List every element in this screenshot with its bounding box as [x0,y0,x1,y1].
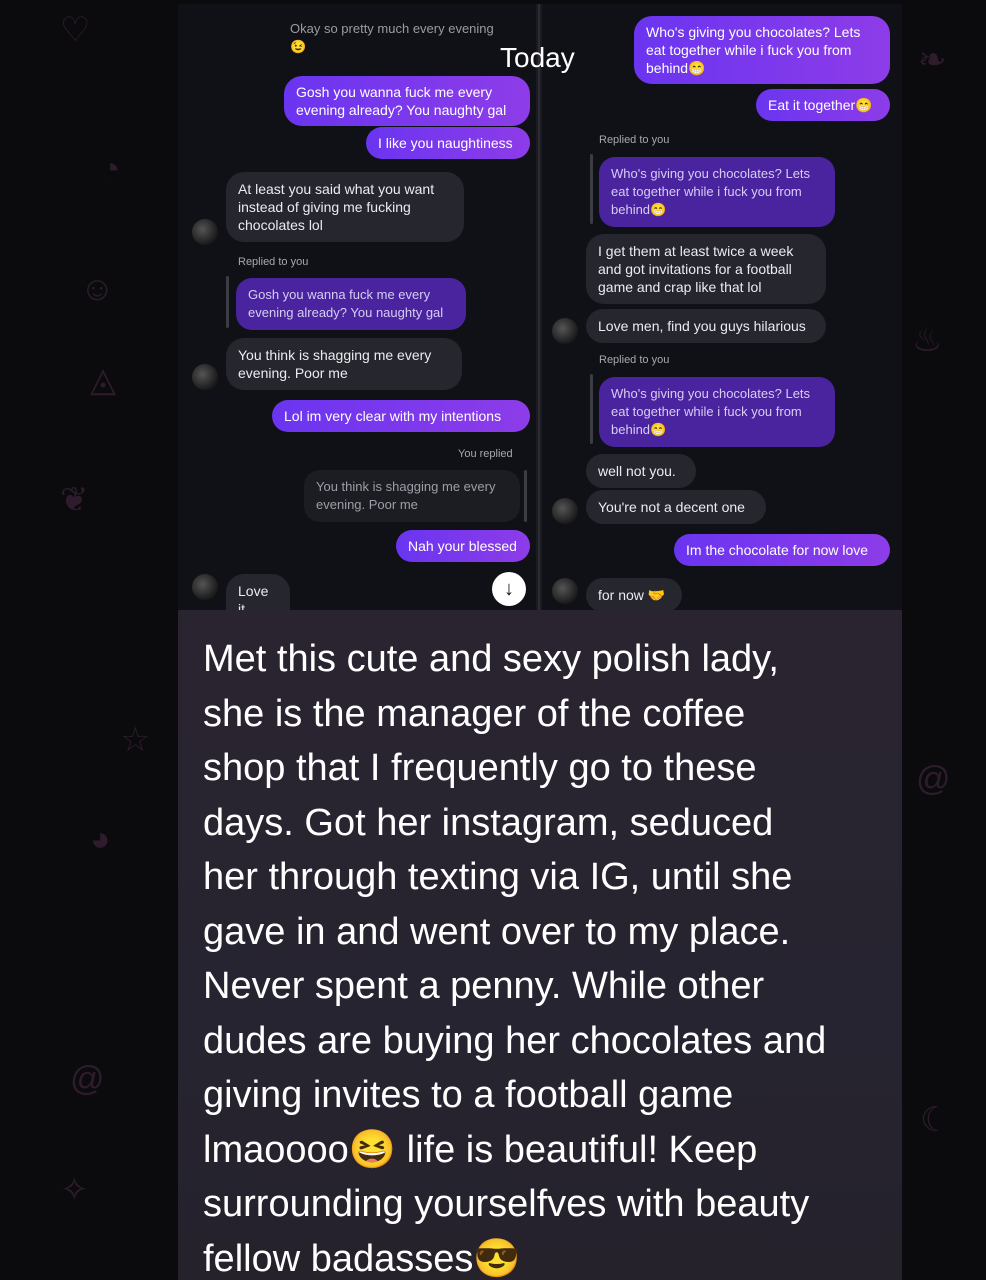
quoted-message-top: Okay so pretty much every evening 😉 [290,20,520,56]
reply-bar [590,374,593,444]
replied-label: Replied to you [599,134,670,146]
cherry-doodle-icon: ❦ [60,481,89,519]
reply-bar [524,470,527,522]
message-outgoing[interactable]: Eat it together😁 [756,89,890,121]
message-incoming[interactable]: At least you said what you want instead … [226,172,464,242]
message-incoming[interactable]: well not you. [586,454,696,488]
pizza-doodle-icon: ◬ [90,361,117,399]
avatar[interactable] [552,578,578,604]
post-caption: Met this cute and sexy polish lady, she … [203,638,827,1280]
grin-emoji-icon: 😁 [650,422,667,437]
caption-area: Met this cute and sexy polish lady, she … [178,610,902,1280]
message-outgoing[interactable]: I like you naughtiness [366,127,530,159]
wink-emoji-icon: 😉 [290,39,307,54]
star-doodle-icon: ✧ [60,1171,89,1209]
you-replied-label: You replied [458,448,513,460]
quoted-message-text: Okay so pretty much every evening [290,21,494,36]
reply-bar [226,276,229,328]
quoted-message[interactable]: Who's giving you chocolates? Lets eat to… [599,377,835,447]
replied-label: Replied to you [238,256,309,268]
grin-emoji-icon: 😁 [688,60,706,76]
reply-bar [590,154,593,224]
swirl-doodle-icon: @ [70,1060,105,1098]
avatar[interactable] [192,574,218,600]
avatar[interactable] [192,364,218,390]
message-text: Who's giving you chocolates? Lets eat to… [611,386,811,437]
chat-screenshots: Okay so pretty much every evening 😉 Gosh… [178,4,902,610]
leaf-doodle-icon: ❧ [918,41,947,79]
message-text: Eat it together [768,97,856,113]
message-outgoing[interactable]: Lol im very clear with my intentions [272,400,530,432]
cat-doodle-icon: ◔ [100,150,121,188]
avatar[interactable] [552,318,578,344]
message-text: Who's giving you chocolates? Lets eat to… [646,24,861,76]
handshake-emoji-icon: 🤝 [647,587,666,603]
heart-doodle-icon: ♡ [60,11,91,49]
quoted-message[interactable]: You think is shagging me every evening. … [304,470,520,522]
message-outgoing[interactable]: Im the chocolate for now love [674,534,890,566]
chat-pane-right: Who's giving you chocolates? Lets eat to… [542,4,902,610]
today-overlay-text: Today [500,42,575,73]
message-incoming[interactable]: You're not a decent one [586,490,766,524]
message-incoming[interactable]: I get them at least twice a week and got… [586,234,826,304]
moon-doodle-icon: ☾ [920,1101,951,1139]
quoted-message[interactable]: Gosh you wanna fuck me every evening alr… [236,278,466,330]
message-outgoing[interactable]: Who's giving you chocolates? Lets eat to… [634,16,890,84]
scroll-down-icon[interactable]: ↓ [492,572,526,606]
message-text: for now [598,587,644,603]
message-incoming[interactable]: Love men, find you guys hilarious [586,309,826,343]
ghost-doodle-icon: ☺ [80,270,115,308]
message-incoming[interactable]: for now 🤝 [586,578,682,610]
chat-pane-left: Okay so pretty much every evening 😉 Gosh… [178,4,536,610]
grin-emoji-icon: 😁 [855,97,873,113]
star-doodle-icon: ☆ [120,721,151,759]
dino-doodle-icon: ◕ [90,820,111,858]
grin-emoji-icon: 😁 [650,202,667,217]
message-outgoing[interactable]: Gosh you wanna fuck me every evening alr… [284,76,530,126]
message-text: Who's giving you chocolates? Lets eat to… [611,166,811,217]
quoted-message[interactable]: Who's giving you chocolates? Lets eat to… [599,157,835,227]
cup-doodle-icon: ♨ [912,321,943,359]
message-outgoing[interactable]: Nah your blessed [396,530,530,562]
swirl-doodle-icon: @ [916,760,951,798]
avatar[interactable] [192,219,218,245]
message-incoming[interactable]: You think is shagging me every evening. … [226,338,462,390]
avatar[interactable] [552,498,578,524]
replied-label: Replied to you [599,354,670,366]
post-card: Okay so pretty much every evening 😉 Gosh… [178,4,902,1280]
message-incoming[interactable]: Love it [226,574,290,610]
